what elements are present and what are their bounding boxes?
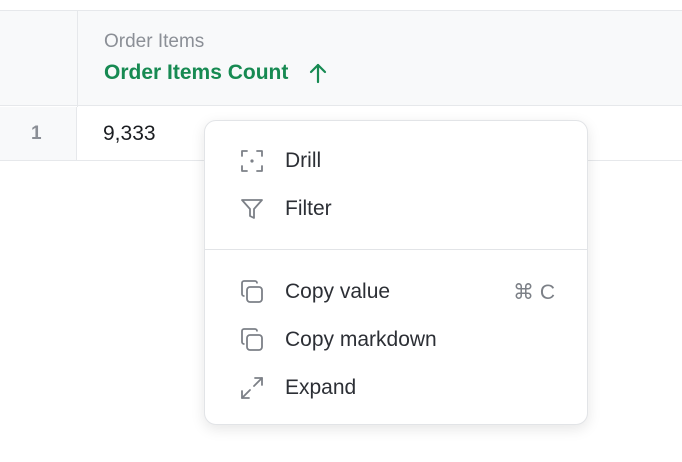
context-menu: Drill Filter Copy value ⌘ C Copy markdow… [204,120,588,425]
menu-item-copy-markdown[interactable]: Copy markdown [205,320,587,360]
row-number-header [0,11,78,107]
menu-item-label: Filter [285,197,332,220]
menu-item-label: Copy value [285,280,391,303]
app-root: Order Items Order Items Count 1 9,333 Dr… [0,0,682,462]
menu-divider [205,249,587,250]
menu-item-label: Expand [285,376,357,399]
expand-icon [239,375,265,401]
menu-item-label: Drill [285,149,322,172]
copy-icon [239,327,265,353]
menu-item-label: Copy markdown [285,328,437,351]
shortcut-label: ⌘ C [513,280,555,304]
arrow-up-icon[interactable] [308,62,328,84]
menu-item-copy-value[interactable]: Copy value ⌘ C [205,272,587,312]
filter-icon [239,196,265,222]
column-source-label: Order Items [104,31,205,52]
menu-item-drill[interactable]: Drill [205,141,587,181]
column-name-text: Order Items Count [104,61,289,84]
column-name-label[interactable]: Order Items Count [104,61,328,85]
copy-icon [239,279,265,305]
table-header: Order Items Order Items Count [0,10,682,107]
column-header-order-items-count[interactable]: Order Items Order Items Count [79,11,682,107]
row-number: 1 [0,107,77,160]
menu-item-filter[interactable]: Filter [205,189,587,229]
drill-icon [239,148,265,174]
menu-item-expand[interactable]: Expand [205,368,587,408]
cell-value[interactable]: 9,333 [103,107,156,160]
